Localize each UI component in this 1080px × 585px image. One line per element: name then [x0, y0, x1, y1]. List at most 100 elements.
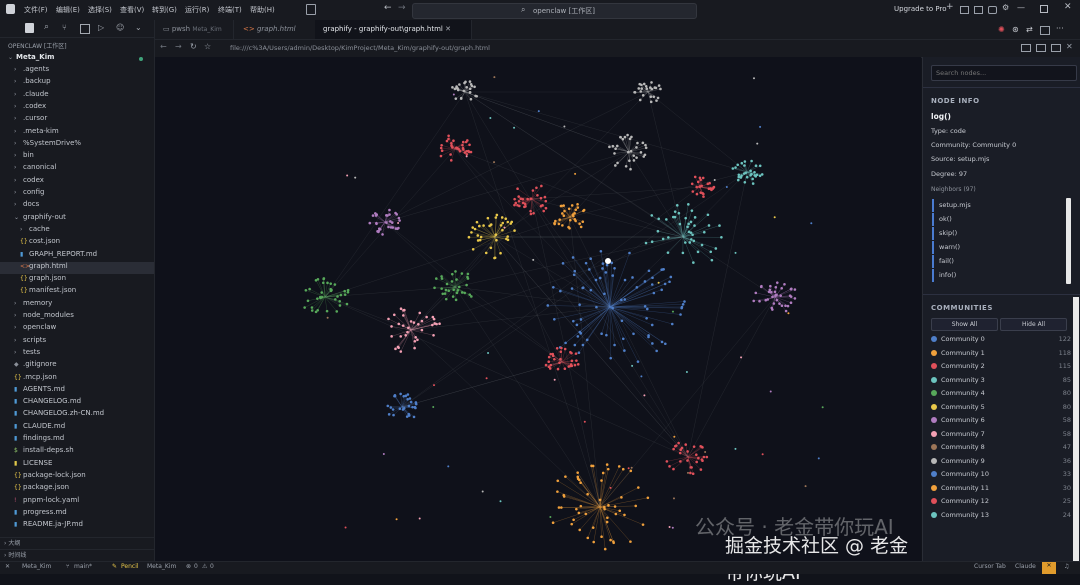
graph-node[interactable]: [372, 214, 375, 217]
graph-node[interactable]: [589, 257, 592, 260]
graph-node[interactable]: [501, 222, 504, 225]
tree-item[interactable]: ›canonical: [0, 163, 154, 175]
graph-node[interactable]: [476, 234, 479, 237]
graph-node[interactable]: [679, 223, 682, 226]
graph-node[interactable]: [790, 295, 793, 298]
graph-node[interactable]: [650, 95, 653, 98]
graph-node[interactable]: [790, 288, 793, 291]
graph-node[interactable]: [702, 195, 705, 198]
graph-node[interactable]: [573, 270, 576, 273]
graph-node[interactable]: [578, 529, 581, 532]
graph-node[interactable]: [611, 307, 614, 310]
graph-node[interactable]: [699, 177, 702, 180]
graph-node[interactable]: [645, 85, 648, 88]
graph-node[interactable]: [682, 303, 685, 306]
graph-node[interactable]: [651, 283, 654, 286]
community-item[interactable]: Community 1118: [931, 349, 1071, 362]
graph-node[interactable]: [501, 229, 504, 232]
graph-node[interactable]: [580, 505, 583, 508]
graph-node[interactable]: [394, 348, 397, 351]
tree-item[interactable]: ›%SystemDrive%: [0, 139, 154, 151]
graph-node[interactable]: [679, 313, 682, 316]
graph-node[interactable]: [575, 359, 578, 362]
command-search-box[interactable]: ⌕ openclaw [工作区]: [412, 3, 697, 19]
graph-node[interactable]: [568, 207, 571, 210]
graph-node[interactable]: [688, 231, 691, 234]
graph-node[interactable]: [695, 461, 698, 464]
graph-node[interactable]: [689, 472, 692, 475]
graph-node[interactable]: [640, 87, 643, 90]
graph-node[interactable]: [776, 281, 779, 284]
graph-node[interactable]: [673, 497, 675, 499]
open-external-icon[interactable]: [1036, 44, 1046, 52]
graph-node[interactable]: [532, 259, 534, 261]
close-browser-icon[interactable]: ✕: [1066, 42, 1073, 51]
tree-item[interactable]: <>graph.html: [0, 262, 154, 274]
warnings-count[interactable]: 0: [210, 563, 214, 570]
graph-node[interactable]: [577, 206, 580, 209]
graph-node[interactable]: [575, 508, 578, 511]
graph-node[interactable]: [687, 203, 690, 206]
graph-node[interactable]: [465, 284, 468, 287]
graph-node[interactable]: [308, 288, 311, 291]
tree-item[interactable]: ▮progress.md: [0, 508, 154, 520]
graph-node[interactable]: [478, 225, 481, 228]
graph-node[interactable]: [560, 347, 563, 350]
graph-node[interactable]: [530, 213, 533, 216]
graph-node[interactable]: [667, 236, 670, 239]
graph-node[interactable]: [616, 145, 619, 148]
graph-node[interactable]: [655, 350, 658, 353]
graph-node[interactable]: [404, 334, 407, 337]
graph-node[interactable]: [386, 405, 389, 408]
neighbor-item[interactable]: setup.mjs: [932, 199, 1061, 212]
graph-node[interactable]: [522, 202, 525, 205]
graph-node[interactable]: [650, 214, 653, 217]
graph-node[interactable]: [329, 282, 332, 285]
graph-node[interactable]: [474, 95, 477, 98]
graph-node[interactable]: [417, 323, 420, 326]
graph-node[interactable]: [454, 270, 457, 273]
graph-node[interactable]: [670, 276, 673, 279]
graph-node[interactable]: [471, 226, 474, 229]
graph-node[interactable]: [746, 176, 749, 179]
graph-node[interactable]: [556, 490, 559, 493]
graph-node[interactable]: [790, 301, 793, 304]
graph-node[interactable]: [457, 289, 460, 292]
graph-node[interactable]: [618, 509, 621, 512]
graph-node[interactable]: [438, 322, 441, 325]
graph-node[interactable]: [385, 221, 388, 224]
graph-node[interactable]: [558, 218, 561, 221]
tree-item[interactable]: ›.codex: [0, 102, 154, 114]
graph-node[interactable]: [640, 84, 643, 87]
graph-node[interactable]: [602, 472, 605, 475]
graph-node[interactable]: [558, 223, 561, 226]
tree-item[interactable]: ›bin: [0, 151, 154, 163]
graph-node[interactable]: [752, 300, 755, 303]
graph-node[interactable]: [600, 332, 603, 335]
graph-node[interactable]: [601, 267, 604, 270]
graph-node[interactable]: [473, 85, 476, 88]
graph-node[interactable]: [391, 226, 394, 229]
graph-node[interactable]: [398, 219, 401, 222]
graph-node[interactable]: [389, 220, 392, 223]
graph-node[interactable]: [630, 150, 633, 153]
graph-node[interactable]: [375, 213, 378, 216]
timeline-section[interactable]: › 时间线: [0, 549, 154, 561]
graph-node[interactable]: [697, 181, 700, 184]
graph-node[interactable]: [538, 110, 540, 112]
neighbor-item[interactable]: info(): [932, 269, 1061, 282]
graph-node[interactable]: [482, 224, 485, 227]
graph-node[interactable]: [643, 394, 645, 396]
forward-arrow-icon[interactable]: →: [398, 3, 406, 13]
graph-node[interactable]: [340, 294, 343, 297]
graph-node[interactable]: [580, 226, 583, 229]
graph-node[interactable]: [652, 95, 655, 98]
graph-node[interactable]: [542, 210, 545, 213]
graph-node[interactable]: [397, 222, 399, 224]
graph-node[interactable]: [559, 290, 562, 293]
graph-node[interactable]: [707, 213, 710, 216]
graph-node[interactable]: [432, 406, 434, 408]
graph-node[interactable]: [628, 467, 630, 469]
graph-node[interactable]: [606, 463, 609, 466]
graph-node[interactable]: [561, 212, 564, 215]
